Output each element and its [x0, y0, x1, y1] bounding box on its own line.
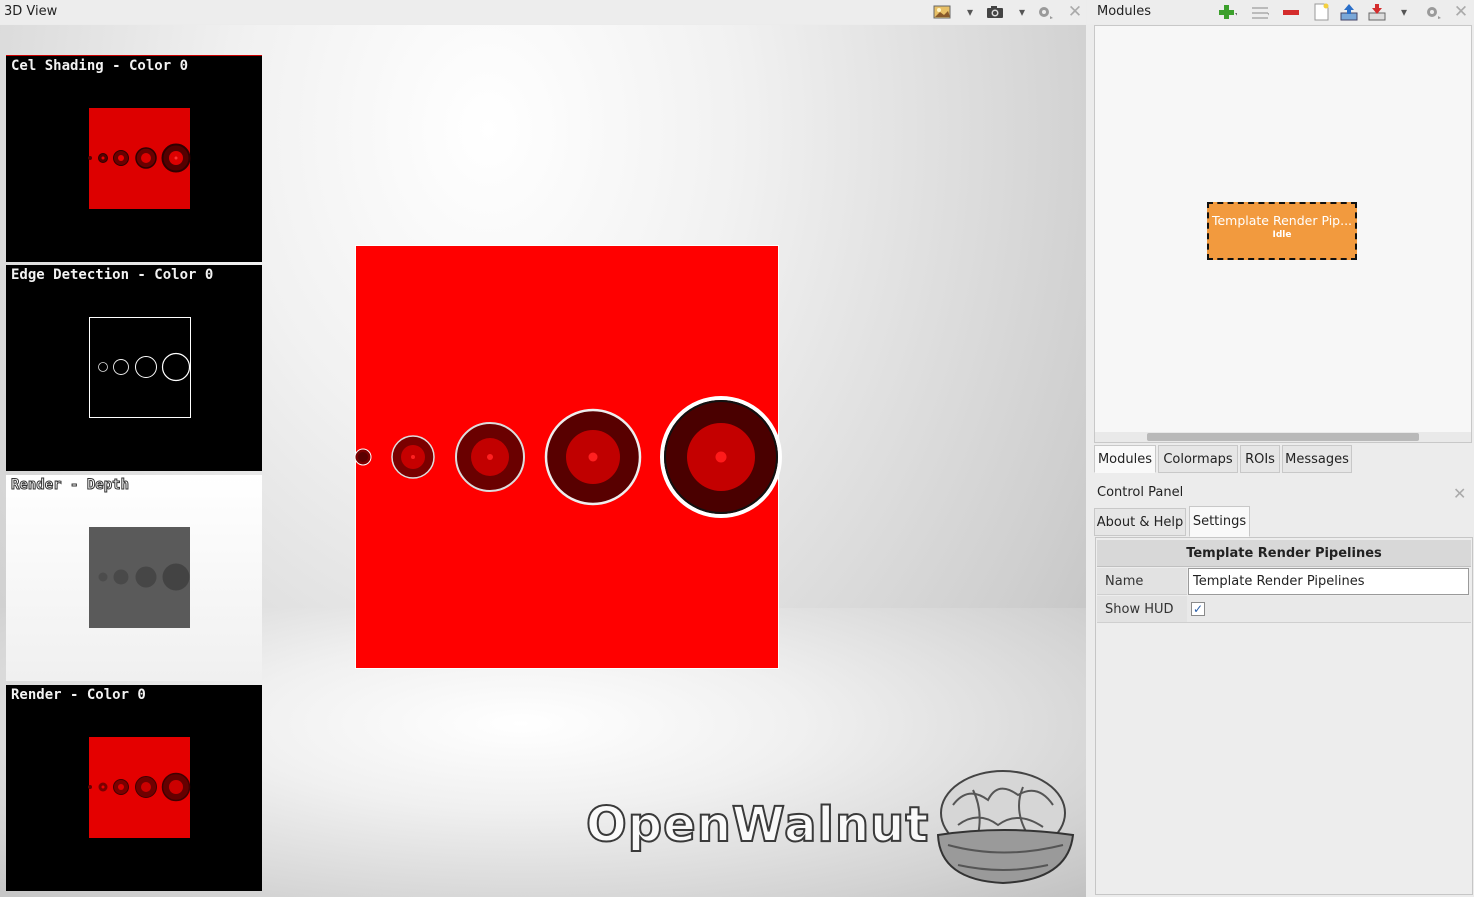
module-node-status: Idle [1272, 230, 1292, 240]
show-hud-row [1187, 596, 1471, 623]
walnut-logo-icon [936, 770, 1075, 885]
view-titlebar: 3D View ▾ ▾ ✕ [0, 0, 1086, 24]
hud-render-color: Render - Color 0 [6, 685, 262, 891]
load-project-icon[interactable] [1339, 3, 1359, 21]
tab-colormaps[interactable]: Colormaps [1158, 445, 1238, 473]
module-config-icon[interactable] [1249, 3, 1269, 21]
module-node-title: Template Render Pip... [1211, 213, 1353, 228]
show-hud-checkbox[interactable]: ✓ [1191, 602, 1205, 616]
save-project-icon[interactable] [1367, 3, 1387, 21]
close-icon[interactable]: ✕ [1451, 2, 1471, 22]
background-color-icon[interactable] [932, 3, 952, 21]
3d-viewport[interactable]: Cel Shading - Color 0 Edge Detection - C… [0, 25, 1086, 897]
show-hud-label: Show HUD [1097, 596, 1187, 623]
module-node[interactable]: Template Render Pip... Idle [1207, 202, 1357, 260]
gear-icon[interactable] [1423, 3, 1443, 21]
tab-modules[interactable]: Modules [1094, 445, 1156, 473]
hud-label: Edge Detection - Color 0 [11, 267, 214, 283]
settings-group-header: Template Render Pipelines [1097, 540, 1471, 567]
close-icon[interactable]: ✕ [1453, 484, 1466, 503]
view-title: 3D View [4, 4, 58, 19]
hud-edge-detection: Edge Detection - Color 0 [6, 265, 262, 471]
new-project-icon[interactable] [1311, 3, 1331, 21]
tab-settings[interactable]: Settings [1189, 506, 1250, 537]
camera-icon[interactable] [985, 3, 1005, 21]
modules-title: Modules [1097, 4, 1152, 19]
chevron-down-icon[interactable]: ▾ [1012, 3, 1032, 21]
openwalnut-logo-text: OpenWalnut [585, 796, 930, 854]
hud-cel-shading: Cel Shading - Color 0 [6, 55, 262, 262]
chevron-down-icon[interactable]: ▾ [1394, 3, 1414, 21]
hud-label: Render - Depth [10, 477, 130, 494]
hud-label: Render - Color 0 [11, 687, 146, 703]
close-icon[interactable]: ✕ [1065, 2, 1085, 22]
hud-render-depth: Render - Depth [6, 475, 262, 681]
chevron-down-icon[interactable]: ▾ [960, 3, 980, 21]
control-panel-title: Control Panel [1097, 485, 1184, 500]
remove-module-icon[interactable] [1281, 3, 1301, 21]
gear-icon[interactable] [1035, 3, 1055, 21]
name-input[interactable]: Template Render Pipelines [1188, 568, 1469, 595]
scrollbar-handle[interactable] [1147, 433, 1419, 441]
tab-messages[interactable]: Messages [1282, 445, 1352, 473]
hud-label: Cel Shading - Color 0 [11, 58, 189, 74]
modules-titlebar: Modules ▾ ✕ [1087, 0, 1474, 24]
name-label: Name [1097, 568, 1187, 595]
rendered-scene-plane [354, 245, 782, 669]
tab-about-help[interactable]: About & Help [1094, 508, 1186, 536]
add-module-icon[interactable] [1217, 3, 1237, 21]
tab-rois[interactable]: ROIs [1240, 445, 1280, 473]
graph-horizontal-scrollbar[interactable] [1095, 432, 1471, 442]
